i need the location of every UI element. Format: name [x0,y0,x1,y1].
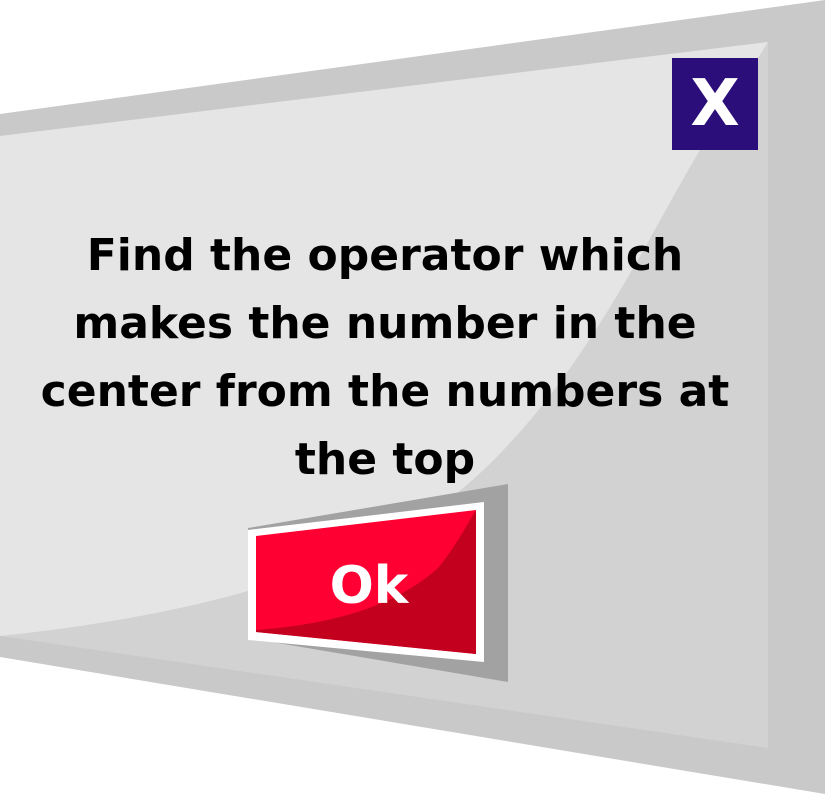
ok-button[interactable]: Ok [248,484,510,684]
ok-button-label: Ok [329,556,409,616]
close-button[interactable]: X [672,58,758,150]
dialog-stage: X Find the operator which makes the numb… [0,0,825,794]
close-icon: X [690,67,740,141]
instruction-message: Find the operator which makes the number… [40,230,730,485]
